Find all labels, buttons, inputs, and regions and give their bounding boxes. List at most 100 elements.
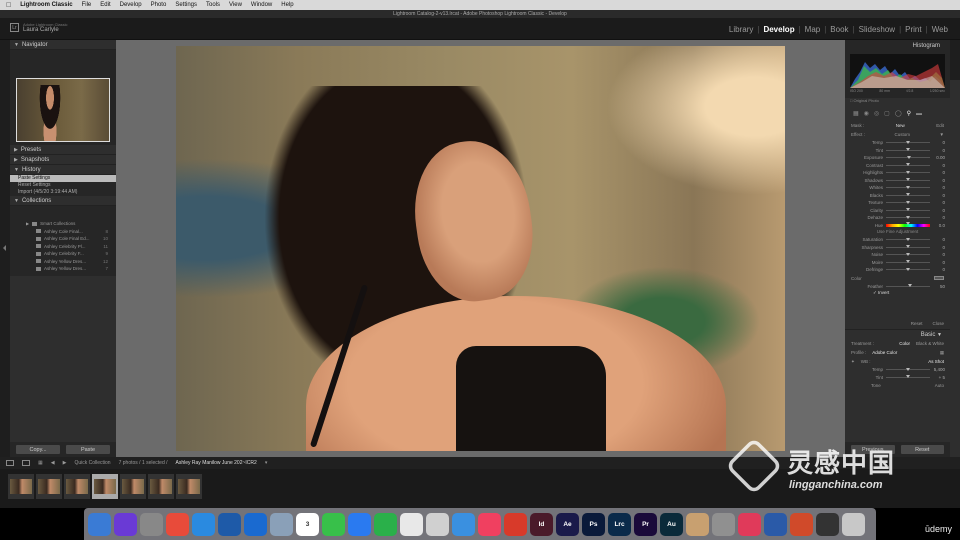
slider-knob[interactable] (906, 375, 910, 379)
slider-knob[interactable] (906, 245, 910, 249)
slider-value[interactable]: 0 (933, 245, 945, 250)
slider-shadows[interactable]: Shadows 0 (845, 177, 950, 185)
treatment-bw-button[interactable]: Black & White (916, 341, 944, 346)
menu-photo[interactable]: Photo (151, 2, 167, 8)
slider-track[interactable] (886, 375, 930, 379)
red-eye-icon[interactable]: ◎ (874, 110, 879, 117)
copy-button[interactable]: Copy... (16, 445, 60, 454)
slider-track[interactable] (886, 140, 930, 144)
slider-dehaze[interactable]: Dehaze 0 (845, 214, 950, 222)
slider-sharpness[interactable]: Sharpness 0 (845, 244, 950, 252)
slider-knob[interactable] (906, 178, 910, 182)
profile-dropdown[interactable]: Adobe Color (872, 350, 897, 355)
invert-checkbox[interactable]: ✓ Invert (845, 290, 950, 297)
slider-value[interactable]: 0 (933, 260, 945, 265)
menu-app-name[interactable]: Lightroom Classic (20, 2, 72, 8)
system-preferences-icon[interactable] (712, 512, 735, 536)
slider-texture[interactable]: Texture 0 (845, 199, 950, 207)
slider-knob[interactable] (906, 200, 910, 204)
audition-icon[interactable]: Au (660, 512, 683, 536)
grid-view-icon[interactable]: ▦ (38, 460, 43, 466)
apple-icon[interactable]:  (6, 2, 11, 9)
module-develop[interactable]: Develop (763, 25, 794, 34)
slider-value[interactable]: 5,400 (933, 367, 945, 372)
mask-edit-button[interactable]: Edit (936, 123, 944, 128)
main-photo[interactable] (176, 46, 785, 451)
slider-knob[interactable] (906, 170, 910, 174)
adjustment-brush-icon[interactable]: ⚲ (907, 110, 911, 117)
slider-track[interactable] (886, 178, 930, 182)
slider-tint[interactable]: Tint + 5 (845, 374, 950, 382)
music-icon[interactable] (478, 512, 501, 536)
slider-knob[interactable] (906, 367, 910, 371)
slider-track[interactable] (886, 163, 930, 167)
slider-track[interactable] (886, 208, 930, 212)
slider-value[interactable]: 0 (933, 193, 945, 198)
slider-highlights[interactable]: Highlights 0 (845, 169, 950, 177)
slider-track[interactable] (886, 237, 930, 241)
collection-item[interactable]: Ashley Celebrity Pl... 11 (10, 243, 116, 251)
slider-value[interactable]: 0.00 (933, 155, 945, 160)
notes-icon[interactable] (686, 512, 709, 536)
collection-item[interactable]: Ashley Yellow Dres... 12 (10, 258, 116, 266)
history-item[interactable]: Reset Settings (10, 182, 116, 189)
indesign-icon[interactable]: Id (530, 512, 553, 536)
module-library[interactable]: Library (729, 25, 753, 34)
mask-reset-button[interactable]: Reset (911, 321, 923, 326)
slider-clarity[interactable]: Clarity 0 (845, 207, 950, 215)
radial-filter-icon[interactable]: ◯ (895, 110, 902, 117)
slider-knob[interactable] (906, 185, 910, 189)
history-item[interactable]: Import (4/5/20 3:19:44 AM) (10, 189, 116, 196)
launchpad-icon[interactable] (140, 512, 163, 536)
navigator-thumbnail[interactable] (16, 78, 110, 142)
filmstrip-source[interactable]: Quick Collection (74, 460, 110, 466)
slider-value[interactable]: 0 (933, 163, 945, 168)
collections-header[interactable]: ▼ Collections + (10, 80, 960, 497)
slider-track[interactable] (886, 260, 930, 264)
calendar-icon[interactable]: 3 (296, 512, 319, 536)
slider-track[interactable] (886, 215, 930, 219)
slider-whites[interactable]: Whites 0 (845, 184, 950, 192)
slider-value[interactable]: 0 (933, 178, 945, 183)
effect-disclosure-icon[interactable]: ▼ (940, 132, 944, 137)
module-slideshow[interactable]: Slideshow (859, 25, 895, 34)
slider-knob[interactable] (906, 260, 910, 264)
fine-adjustment-checkbox[interactable]: Use Fine Adjustment (845, 229, 950, 236)
filmstrip-thumbnail[interactable] (64, 474, 90, 499)
presets-header[interactable]: ▶ Presets + (10, 80, 960, 497)
menu-settings[interactable]: Settings (175, 2, 197, 8)
safari-icon[interactable] (192, 512, 215, 536)
forward-icon[interactable]: ▶ (63, 460, 67, 466)
slider-track[interactable] (886, 155, 930, 159)
module-map[interactable]: Map (805, 25, 821, 34)
back-icon[interactable]: ◀ (51, 460, 55, 466)
crop-icon[interactable]: ▦ (853, 110, 859, 117)
slider-noise[interactable]: Noise 0 (845, 251, 950, 259)
paste-button[interactable]: Paste (66, 445, 110, 454)
treatment-color-button[interactable]: Color (899, 341, 910, 346)
menu-window[interactable]: Window (251, 2, 272, 8)
collection-item[interactable]: Ashley Yellow Dres... 7 (10, 265, 116, 273)
slider-value[interactable]: 0 (933, 148, 945, 153)
range-mask-icon[interactable]: ▬ (916, 111, 922, 117)
filmstrip-thumbnail[interactable] (92, 474, 118, 499)
filmstrip-thumbnail[interactable] (148, 474, 174, 499)
slider-defringe[interactable]: Defringe 0 (845, 266, 950, 274)
filmstrip-thumbnail[interactable] (8, 474, 34, 499)
auto-tone-button[interactable]: Auto (935, 383, 944, 388)
left-panel-toggle[interactable] (0, 40, 10, 457)
slider-knob[interactable] (906, 155, 911, 159)
slider-knob[interactable] (906, 237, 910, 241)
slider-tint[interactable]: Tint 0 (845, 147, 950, 155)
histogram-label[interactable]: Histogram (913, 43, 940, 49)
zoom-icon[interactable] (348, 512, 371, 536)
slider-knob[interactable] (906, 163, 910, 167)
slider-temp[interactable]: Temp 0 (845, 139, 950, 147)
preview-icon[interactable] (270, 512, 293, 536)
slider-knob[interactable] (906, 267, 910, 271)
module-book[interactable]: Book (830, 25, 848, 34)
menu-view[interactable]: View (229, 2, 242, 8)
lightroom-classic-icon[interactable]: Lrc (608, 512, 631, 536)
teamviewer-icon[interactable] (244, 512, 267, 536)
slider-track[interactable] (886, 252, 930, 256)
